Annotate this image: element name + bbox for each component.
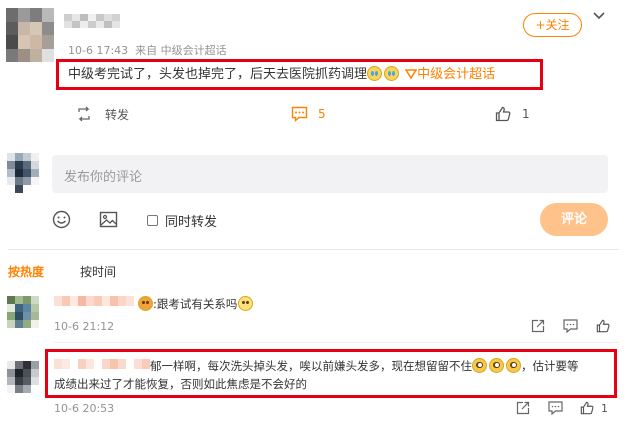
commenter-name-pixelated[interactable]: [54, 359, 150, 369]
tab-sort-time[interactable]: 按时间: [80, 263, 116, 280]
share-icon[interactable]: [516, 401, 530, 415]
follow-button-label: +关注: [535, 18, 570, 32]
thumbs-up-icon: [580, 401, 594, 415]
post-text: 中级考完试了，头发也掉完了，后天去医院抓药调理 中级会计超话: [68, 66, 495, 83]
thumbs-up-icon: [495, 106, 511, 122]
comment-input[interactable]: 发布你的评论: [52, 155, 608, 193]
shocked-emoji-icon: [506, 358, 521, 373]
tab-sort-hot[interactable]: 按热度: [8, 263, 44, 280]
shocked-emoji-icon: [472, 358, 487, 373]
repost-button[interactable]: 转发: [76, 104, 129, 124]
smile-emoji-icon: [238, 296, 254, 311]
commenter-name-pixelated[interactable]: [54, 296, 134, 306]
comment-text: :跟考试有关系吗: [138, 296, 254, 312]
thumbs-up-icon[interactable]: [596, 319, 610, 333]
username-pixelated[interactable]: [64, 14, 120, 28]
divider: [8, 249, 619, 250]
my-avatar[interactable]: [7, 153, 39, 193]
comment-icon: [291, 106, 308, 122]
comment-text-line2: 成绩出来过了才能恢复，否则如此焦虑是不会好的: [54, 377, 307, 391]
submit-comment-label: 评论: [560, 212, 587, 227]
post-body: 中级考完试了，头发也掉完了，后天去医院抓药调理: [68, 67, 368, 82]
comment-time: 10-6 20:53: [54, 402, 115, 415]
comment-text-line1: 郁一样啊，每次洗头掉头发，唉以前嫌头发多，现在想留留不住 ，估计要等: [150, 358, 579, 374]
crying-emoji-icon: [384, 66, 400, 81]
emoji-icon: [138, 296, 153, 311]
comment-body-line1-tail: ，估计要等: [521, 359, 579, 373]
super-topic-icon: [405, 69, 418, 79]
comment-input-placeholder: 发布你的评论: [64, 170, 143, 185]
comment-body: :跟考试有关系吗: [153, 297, 238, 311]
comment-button[interactable]: 5: [291, 104, 326, 124]
like-count: 1: [522, 107, 530, 121]
crying-emoji-icon: [367, 66, 383, 81]
comment-icon[interactable]: [548, 401, 563, 415]
checkbox-square: [147, 215, 158, 226]
share-icon[interactable]: [531, 319, 545, 333]
image-upload-icon[interactable]: [99, 210, 118, 229]
repost-checkbox[interactable]: 同时转发: [147, 211, 217, 230]
avatar[interactable]: [6, 8, 54, 62]
divider: [54, 342, 619, 343]
chevron-down-icon[interactable]: [592, 11, 606, 21]
repost-label: 转发: [105, 107, 130, 122]
comment-like-count: 1: [601, 401, 608, 415]
post-meta: 10-6 17:43 来自 中级会计超话: [68, 44, 227, 57]
follow-button[interactable]: +关注: [523, 13, 582, 37]
comment-icon[interactable]: [563, 319, 578, 333]
comment-body-line1: 郁一样啊，每次洗头掉头发，唉以前嫌头发多，现在想留留不住: [150, 359, 472, 373]
shocked-emoji-icon: [489, 358, 504, 373]
topic-link[interactable]: 中级会计超话: [405, 67, 495, 82]
repost-icon: [76, 106, 92, 122]
comment-like-button[interactable]: 1: [580, 401, 608, 415]
commenter-avatar[interactable]: [7, 361, 39, 393]
emoji-picker-icon[interactable]: [52, 210, 71, 229]
commenter-avatar[interactable]: [7, 296, 39, 328]
repost-checkbox-label: 同时转发: [165, 215, 218, 230]
comment-count: 5: [318, 107, 326, 121]
like-button[interactable]: 1: [495, 104, 530, 124]
submit-comment-button[interactable]: 评论: [540, 203, 608, 236]
comment-time: 10-6 21:12: [54, 320, 115, 333]
topic-label: 中级会计超话: [417, 67, 496, 82]
